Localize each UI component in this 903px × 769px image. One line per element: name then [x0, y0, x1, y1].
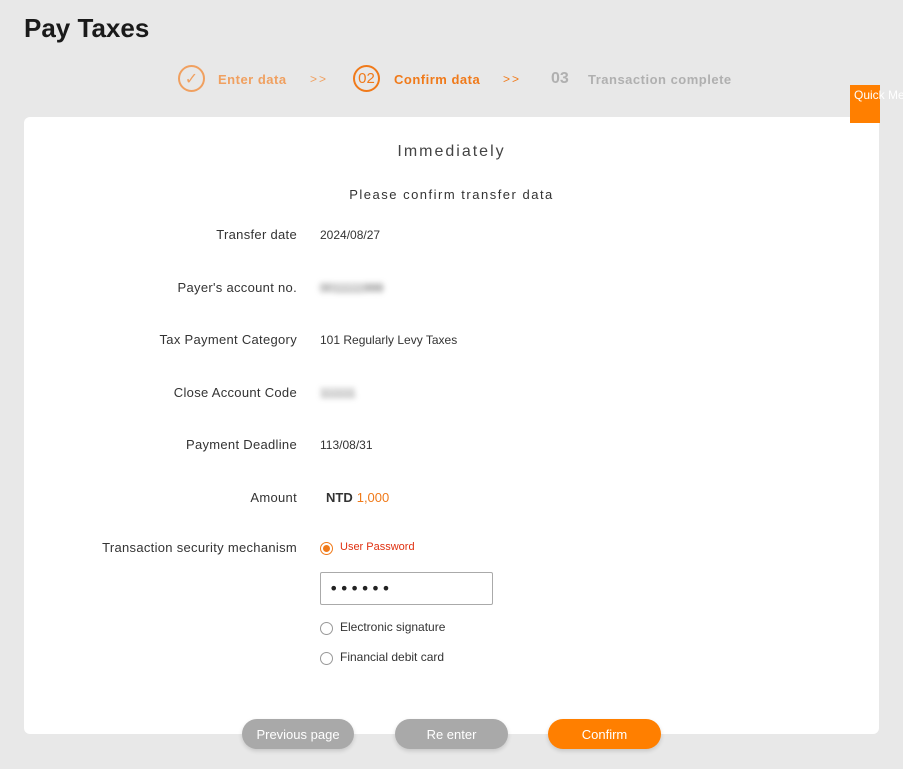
amount-number: 1,000: [356, 490, 390, 505]
step-separator: >>: [310, 72, 329, 86]
step-complete-number: 03: [551, 70, 569, 87]
amount-value: NTD 1,000: [326, 490, 389, 505]
quick-menu-button[interactable]: Quick Menu: [850, 85, 903, 123]
previous-page-button[interactable]: Previous page: [242, 719, 354, 749]
step-confirm-data-label: Confirm data: [394, 72, 481, 87]
amount-currency: NTD: [326, 490, 353, 505]
confirm-button[interactable]: Confirm: [548, 719, 661, 749]
card-subtitle: Please confirm transfer data: [349, 187, 554, 202]
check-icon: ✓: [178, 65, 205, 92]
financial-debit-card-radio[interactable]: [320, 652, 333, 665]
close-account-code-label: Close Account Code: [173, 385, 297, 400]
user-password-label[interactable]: User Password: [340, 541, 415, 553]
payer-account-value: 0011111999: [320, 281, 383, 295]
payer-account-label: Payer's account no.: [177, 280, 297, 295]
electronic-signature-radio[interactable]: [320, 622, 333, 635]
tax-category-value: 101 Regularly Levy Taxes: [320, 333, 458, 347]
security-mechanism-label: Transaction security mechanism: [102, 540, 297, 555]
user-password-radio[interactable]: [320, 542, 333, 555]
step-separator: >>: [503, 72, 522, 86]
electronic-signature-label[interactable]: Electronic signature: [340, 620, 445, 634]
confirm-card: Immediately Please confirm transfer data…: [24, 117, 879, 734]
step-confirm-number: 02: [353, 65, 380, 92]
transfer-date-label: Transfer date: [216, 227, 297, 242]
card-title: Immediately: [397, 143, 506, 160]
financial-debit-card-label[interactable]: Financial debit card: [340, 650, 444, 664]
re-enter-button[interactable]: Re enter: [395, 719, 508, 749]
tax-category-label: Tax Payment Category: [159, 332, 297, 347]
amount-label: Amount: [250, 490, 297, 505]
close-account-code-number: 111111: [320, 386, 356, 400]
step-transaction-complete-label: Transaction complete: [588, 72, 732, 87]
progress-stepper: ✓ Enter data >> 02 Confirm data >> 03 Tr…: [0, 64, 903, 96]
payment-deadline-value: 113/08/31: [320, 438, 373, 452]
payment-deadline-label: Payment Deadline: [185, 437, 297, 452]
step-enter-data-label: Enter data: [218, 72, 287, 87]
quick-menu-label: Quick Menu: [854, 88, 903, 102]
close-account-code-value: 111111: [320, 386, 356, 400]
password-input[interactable]: [320, 572, 493, 605]
transfer-date-value: 2024/08/27: [320, 228, 381, 242]
payer-account-number: 0011111999: [320, 281, 384, 295]
page-title: Pay Taxes: [24, 13, 150, 43]
